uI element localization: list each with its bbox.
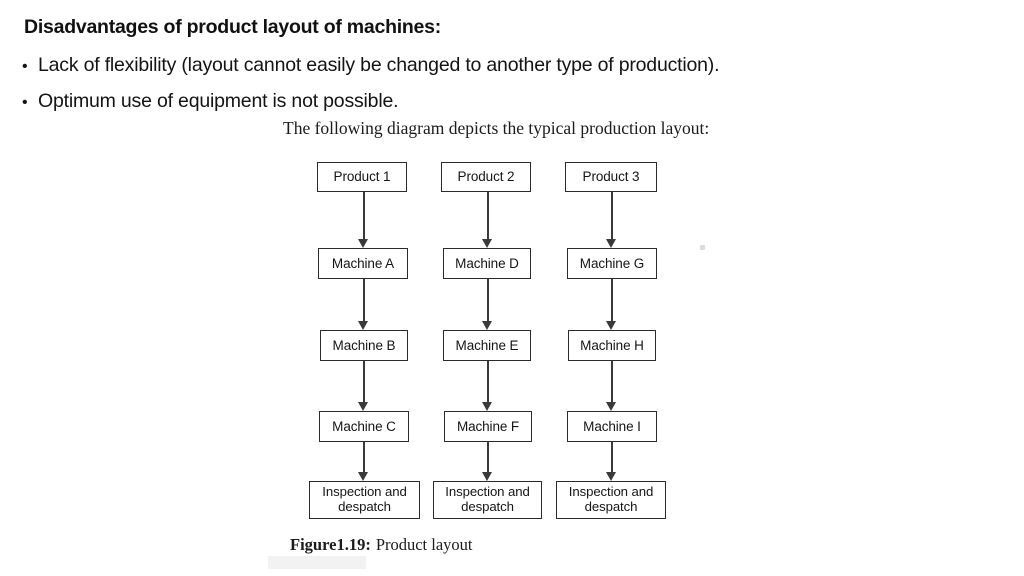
arrow-head-icon bbox=[358, 321, 369, 330]
product-layout-flowchart: Product 1 Machine A Machine B Machine C Insp… bbox=[0, 0, 1024, 576]
arrow-shaft bbox=[363, 192, 365, 240]
flow-node-inspection-2: Inspection and despatch bbox=[433, 481, 542, 519]
flow-node-product-1: Product 1 bbox=[317, 162, 407, 192]
flow-node-product-3: Product 3 bbox=[565, 162, 657, 192]
arrow-head-icon bbox=[606, 472, 617, 481]
arrow-shaft bbox=[611, 361, 613, 403]
flow-node-machine-a: Machine A bbox=[318, 248, 408, 279]
arrow-shaft bbox=[363, 442, 365, 473]
arrow-shaft bbox=[363, 361, 365, 403]
arrow-head-icon bbox=[358, 239, 369, 248]
arrow-shaft bbox=[487, 192, 489, 240]
flow-node-machine-f: Machine F bbox=[444, 411, 532, 442]
arrow-head-icon bbox=[358, 472, 369, 481]
scan-smudge-artifact bbox=[268, 556, 366, 569]
arrow-shaft bbox=[487, 361, 489, 403]
flow-node-machine-e: Machine E bbox=[443, 330, 531, 361]
flow-node-machine-d: Machine D bbox=[443, 248, 531, 279]
arrow-head-icon bbox=[482, 402, 493, 411]
arrow-shaft bbox=[363, 279, 365, 322]
flow-node-inspection-1: Inspection and despatch bbox=[309, 481, 420, 519]
flow-node-machine-b: Machine B bbox=[320, 330, 408, 361]
flow-node-product-2: Product 2 bbox=[441, 162, 531, 192]
arrow-head-icon bbox=[482, 321, 493, 330]
arrow-shaft bbox=[487, 442, 489, 473]
arrow-head-icon bbox=[482, 239, 493, 248]
flow-node-inspection-3: Inspection and despatch bbox=[556, 481, 666, 519]
flow-node-machine-c: Machine C bbox=[319, 411, 409, 442]
arrow-head-icon bbox=[606, 239, 617, 248]
figure-number: Figure1.19: bbox=[290, 535, 371, 554]
arrow-head-icon bbox=[606, 402, 617, 411]
arrow-shaft bbox=[611, 279, 613, 322]
arrow-head-icon bbox=[482, 472, 493, 481]
flow-node-machine-g: Machine G bbox=[567, 248, 657, 279]
arrow-head-icon bbox=[606, 321, 617, 330]
arrow-head-icon bbox=[358, 402, 369, 411]
flow-node-machine-h: Machine H bbox=[568, 330, 656, 361]
scan-speck-artifact bbox=[700, 245, 705, 250]
flow-node-machine-i: Machine I bbox=[567, 411, 657, 442]
arrow-shaft bbox=[611, 442, 613, 473]
arrow-shaft bbox=[487, 279, 489, 322]
slide-canvas: Disadvantages of product layout of machi… bbox=[0, 0, 1024, 576]
figure-title: Product layout bbox=[375, 535, 473, 554]
arrow-shaft bbox=[611, 192, 613, 240]
figure-caption: Figure1.19: Product layout bbox=[290, 535, 473, 555]
